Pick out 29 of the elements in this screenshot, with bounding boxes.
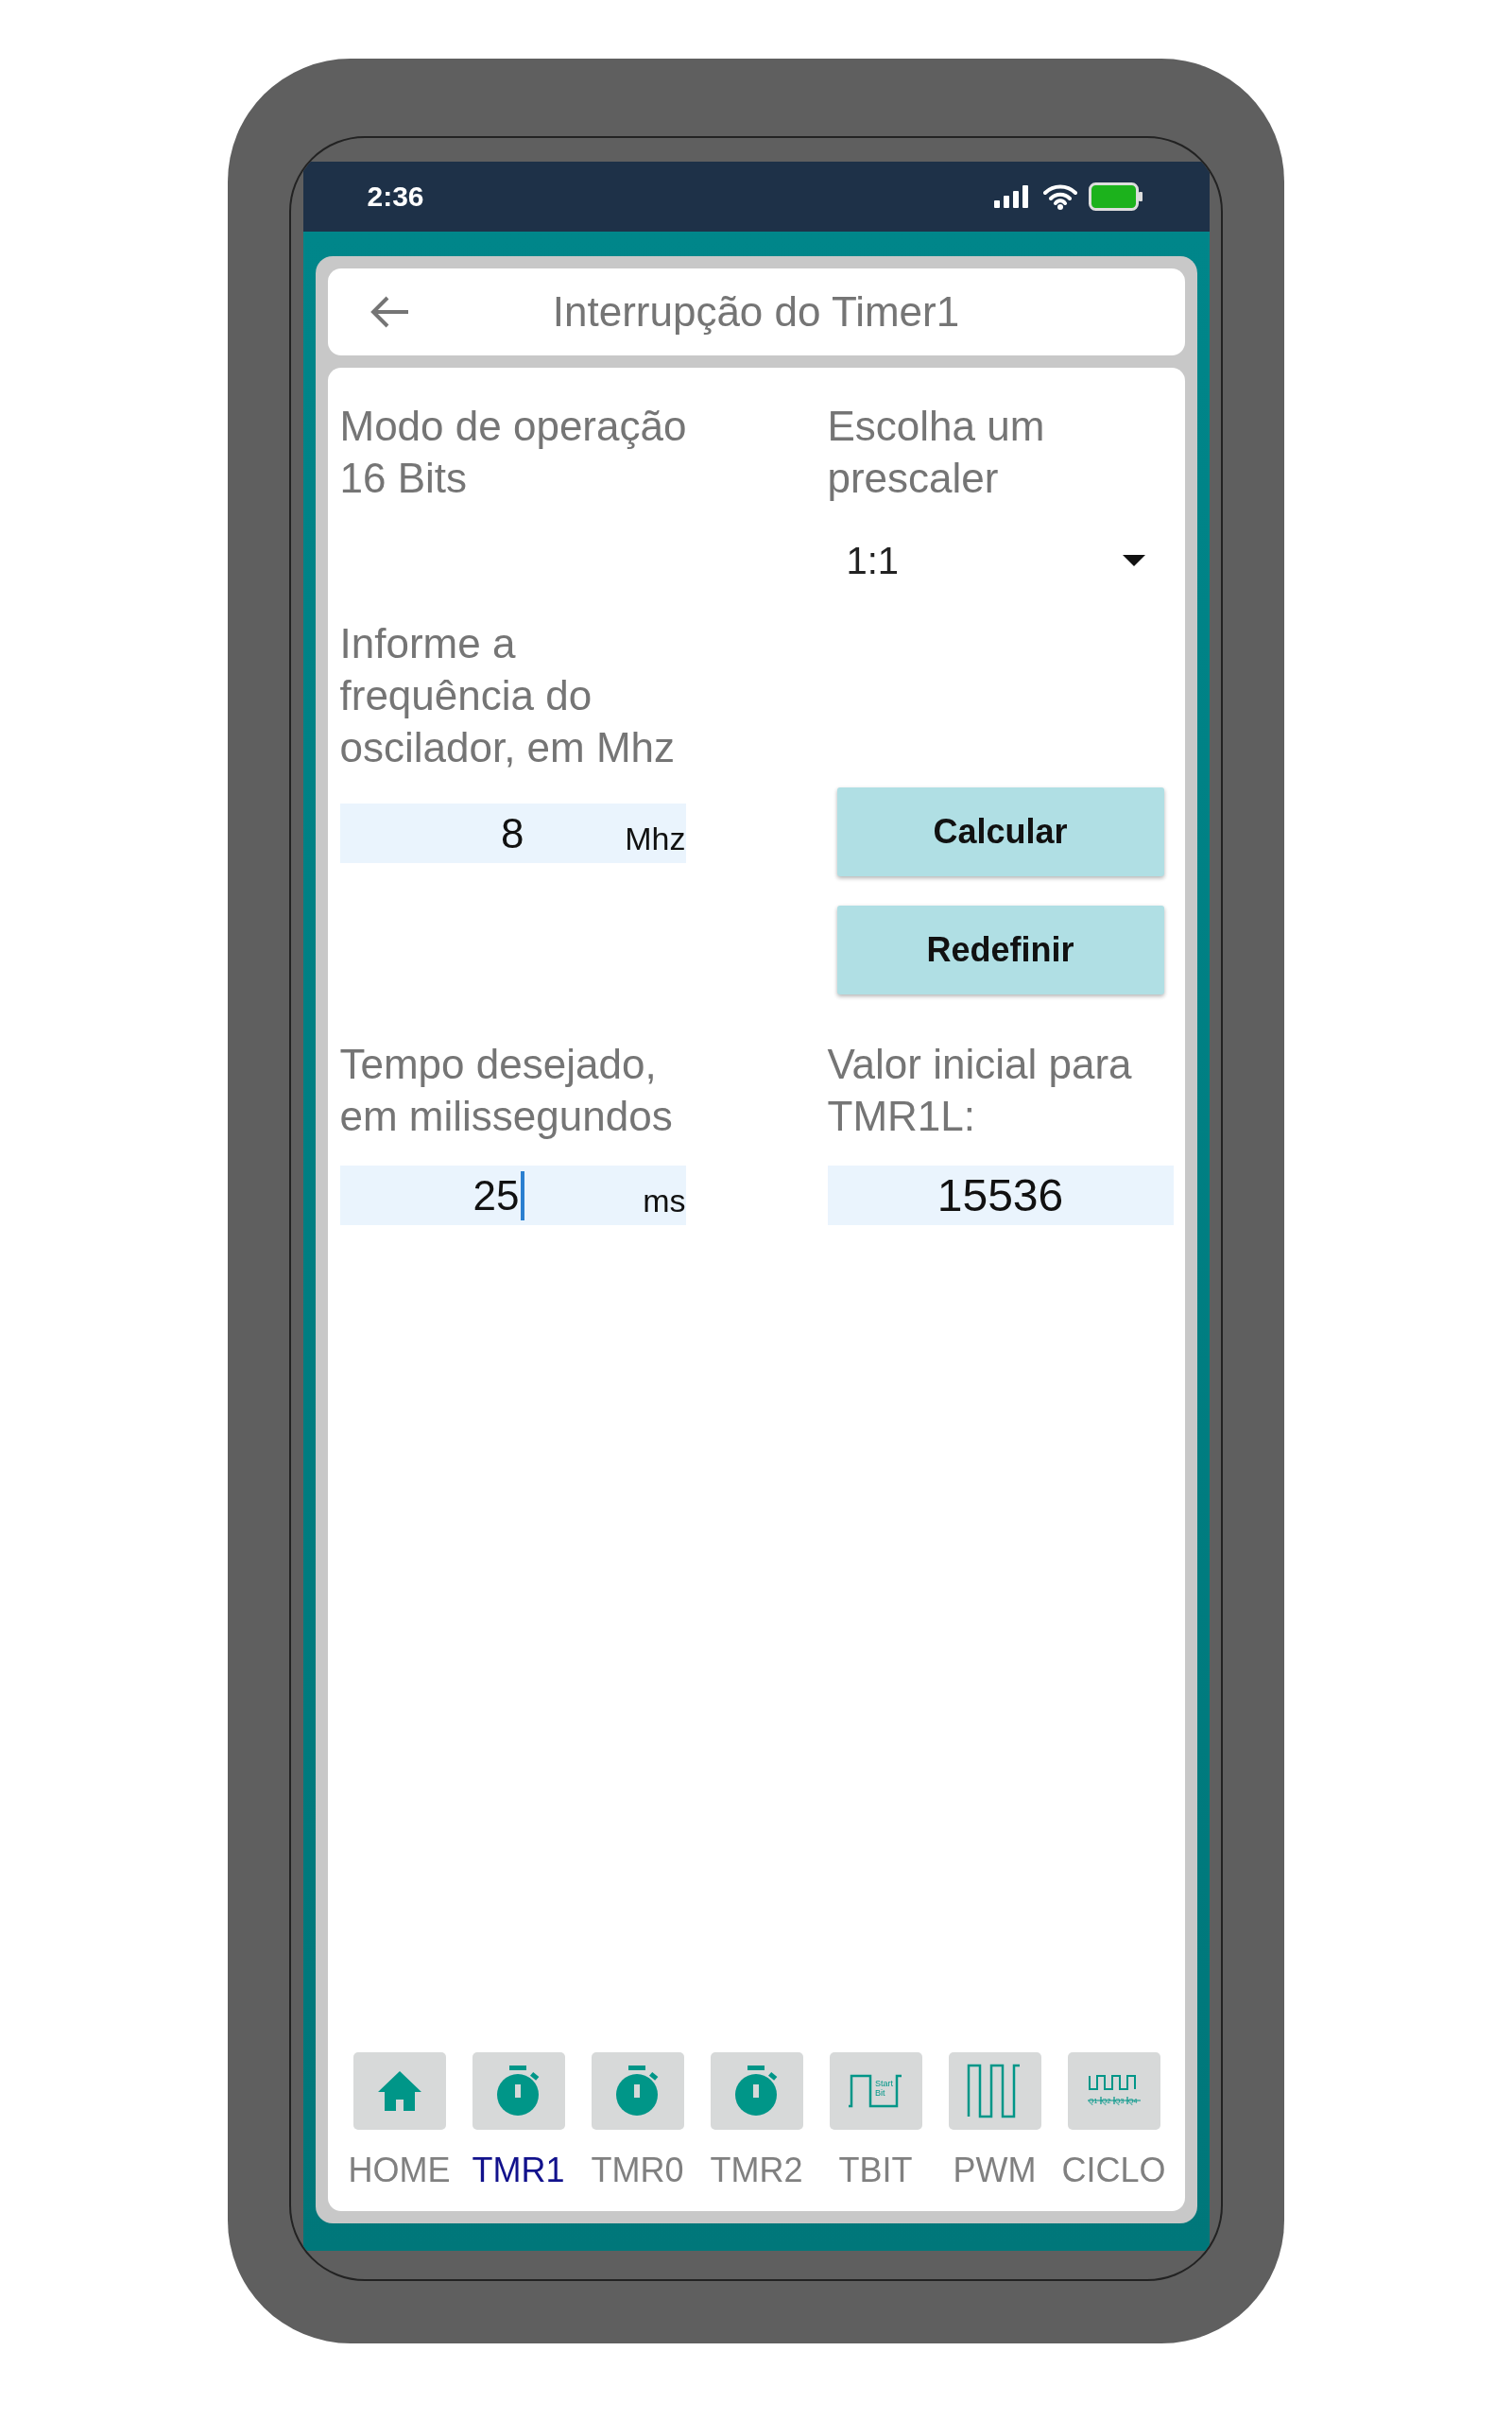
prescaler-label: Escolha um prescaler	[827, 402, 1046, 503]
status-time: 2:36	[367, 181, 424, 213]
number-field[interactable]: 25 ms	[339, 1166, 686, 1225]
screen-title: Interrupção do Timer1	[551, 288, 961, 336]
nav-tab[interactable]: HOME	[343, 2052, 455, 2190]
icon-label: Bit	[874, 2088, 885, 2098]
nav-tab[interactable]: TMR0	[581, 2052, 694, 2190]
back-arrow-icon[interactable]	[369, 295, 410, 329]
action-button[interactable]: Calcular	[836, 787, 1164, 876]
action-button[interactable]: Redefinir	[836, 906, 1164, 994]
result-label: Valor inicial para TMR1L:	[827, 1040, 1133, 1141]
frequency-label: Informe a frequência do oscilador, em Mhz	[339, 619, 677, 772]
prescaler-dropdown[interactable]: 1:1	[827, 532, 1174, 589]
time-label: Tempo desejado, em milissegundos	[339, 1040, 674, 1141]
wifi-icon	[1042, 183, 1077, 210]
text-cursor	[520, 1170, 524, 1220]
mode-label: Modo de operação 16 Bits	[339, 402, 688, 503]
unit-label: ms	[642, 1183, 686, 1220]
home-icon	[377, 2071, 421, 2111]
result-field: 15536	[827, 1166, 1174, 1225]
unit-label: Mhz	[624, 821, 686, 858]
nav-tab[interactable]: PWM	[938, 2052, 1051, 2190]
number-field[interactable]: 8 Mhz	[339, 804, 686, 863]
nav-tab[interactable]: Start Bit TBIT	[819, 2052, 932, 2190]
icon-label: Start	[874, 2079, 893, 2088]
nav-tab[interactable]: TMR1	[462, 2052, 575, 2190]
dropdown-caret-icon	[1122, 555, 1145, 566]
battery-icon	[1088, 182, 1143, 211]
nav-tab[interactable]: TMR2	[700, 2052, 813, 2190]
